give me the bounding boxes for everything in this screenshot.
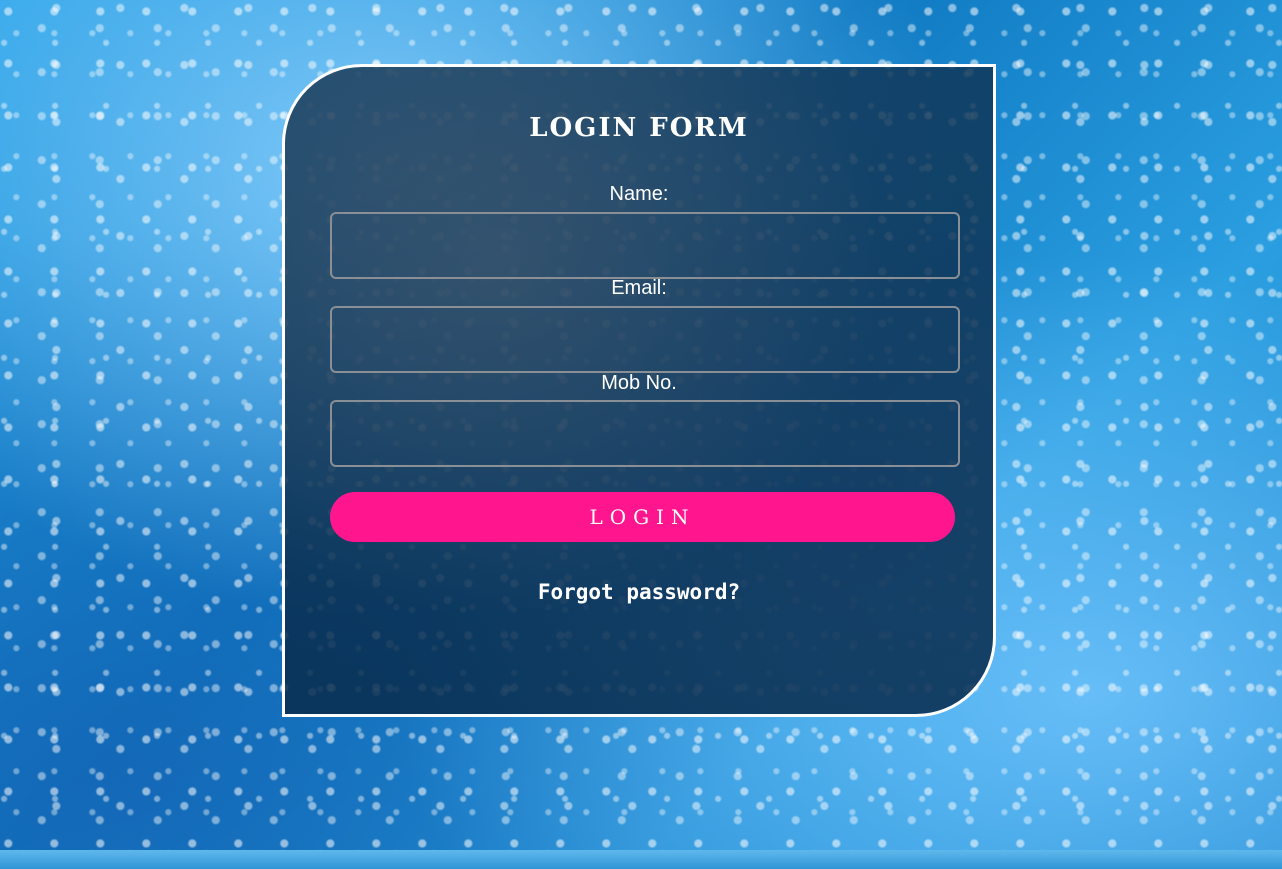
form-title: LOGIN FORM <box>529 113 749 143</box>
name-input[interactable] <box>330 212 960 279</box>
login-card: LOGIN FORM Name: Email: Mob No. LOGIN Fo… <box>282 64 996 717</box>
email-label: Email: <box>611 277 667 299</box>
mobile-input[interactable] <box>330 400 960 467</box>
login-button[interactable]: LOGIN <box>330 492 955 542</box>
bottom-strip <box>0 850 1282 869</box>
email-input[interactable] <box>330 306 960 373</box>
forgot-password-link[interactable]: Forgot password? <box>285 580 993 604</box>
mobile-label: Mob No. <box>601 372 677 394</box>
page-background: { "form": { "title": "LOGIN FORM", "fiel… <box>0 0 1282 869</box>
name-label: Name: <box>609 183 669 205</box>
